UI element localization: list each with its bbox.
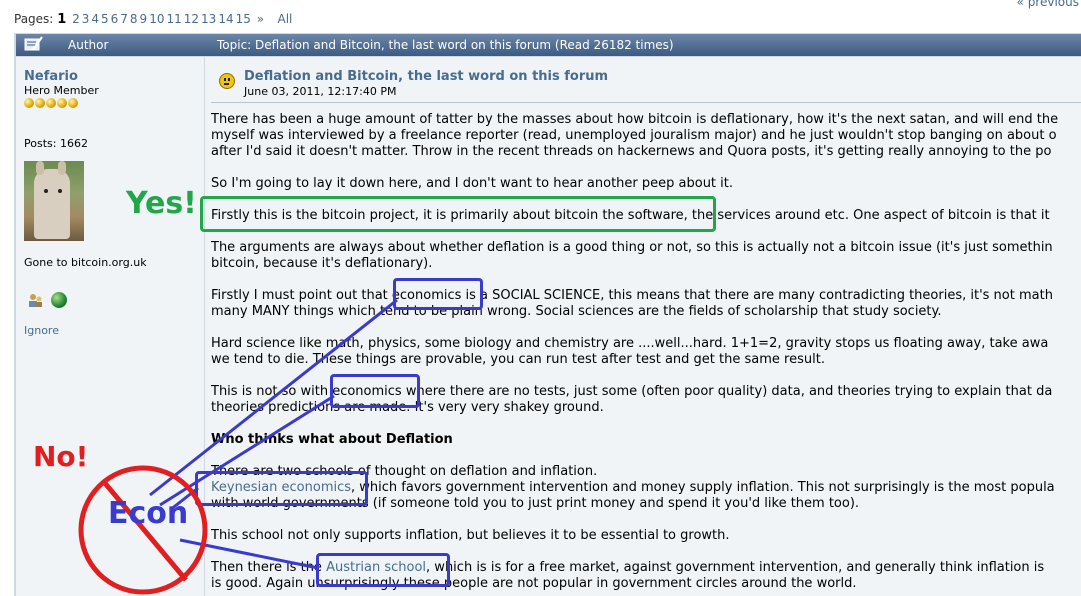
website-globe-icon[interactable] [51,292,68,308]
pagination-next[interactable]: » [257,12,264,26]
post-separator [211,102,1081,103]
personal-text: Gone to bitcoin.org.uk [24,256,147,269]
post-paragraph-6: Hard science like math, physics, some bi… [211,336,1049,367]
pagination-page-2[interactable]: 2 [72,12,80,26]
pagination-page-4[interactable]: 4 [91,12,99,26]
poster-rank: Hero Member [24,84,99,97]
author-column-header: Author [68,38,109,52]
keynesian-box [195,471,368,506]
rank-star-icon [57,98,67,108]
econ-annotation: Econ [108,496,189,531]
pagination-page-9[interactable]: 9 [140,12,148,26]
post-date: June 03, 2011, 12:17:40 PM [244,85,397,98]
pagination-page-5[interactable]: 5 [101,12,109,26]
previous-link[interactable]: « previous [1017,0,1079,9]
pagination-page-13[interactable]: 13 [201,12,216,26]
avatar [24,161,84,241]
topic-header: Author Topic: Deflation and Bitcoin, the… [16,34,1081,56]
post-heading: Who thinks what about Deflation [211,432,453,447]
rank-star-icon [46,98,56,108]
profile-icon[interactable] [27,292,43,308]
post-count: Posts: 1662 [24,137,88,150]
pagination-page-6[interactable]: 6 [111,12,119,26]
rank-star-icon [35,98,45,108]
pagination-page-8[interactable]: 8 [130,12,138,26]
no-annotation: No! [33,440,89,473]
pagination-page-7[interactable]: 7 [120,12,128,26]
top-bar: Pages: 1 2 3 4 5 6 7 8 9 10 11 12 13 14 15 » All « pr… [0,0,1081,30]
pagination-page-11[interactable]: 11 [166,12,181,26]
yes-annotation: Yes! [126,186,197,221]
pagination-page-3[interactable]: 3 [82,12,90,26]
pagination-page-12[interactable]: 12 [184,12,199,26]
economics-box-2 [330,374,420,408]
rank-stars [24,97,79,112]
post-smiley-icon [219,73,235,89]
post-title-link[interactable]: Deflation and Bitcoin, the last word on … [244,69,608,84]
topic-icon [24,36,43,51]
post-paragraph-4: The arguments are always about whether d… [211,240,1053,271]
pagination-page-14[interactable]: 14 [218,12,233,26]
rank-star-icon [24,98,34,108]
pagination-page-15[interactable]: 15 [236,12,251,26]
topic-title-header: Topic: Deflation and Bitcoin, the last w… [217,38,674,52]
pagination-current: 1 [57,12,67,27]
pagination-label: Pages: [14,12,54,26]
post-paragraph-1: There has been a huge amount of tatter b… [211,112,1059,159]
profile-icons [27,292,68,308]
ignore-link[interactable]: Ignore [24,324,59,337]
post-paragraph-10: This school not only supports inflation,… [211,528,730,543]
green-highlight-box [200,196,716,232]
rank-star-icon [68,98,78,108]
economics-box-1 [393,278,483,310]
poster-name-link[interactable]: Nefario [24,69,78,84]
post-paragraph-2: So I'm going to lay it down here, and I … [211,176,733,191]
pagination-all[interactable]: All [278,12,293,26]
austrian-box [316,553,450,587]
post-paragraph-5: Firstly I must point out that economics … [211,288,1053,319]
pagination: Pages: 1 2 3 4 5 6 7 8 9 10 11 12 13 14 15 » All [14,12,292,27]
pagination-page-10[interactable]: 10 [149,12,164,26]
